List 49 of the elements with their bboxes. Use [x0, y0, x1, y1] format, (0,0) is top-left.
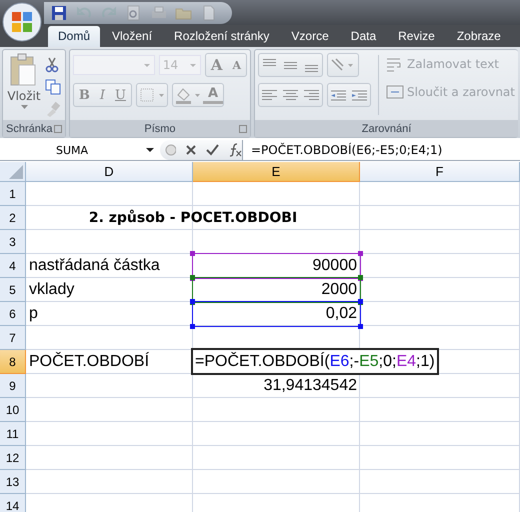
row-header[interactable]: 10 — [0, 398, 26, 422]
table-cell: p — [29, 305, 38, 323]
column-header[interactable]: F — [360, 162, 520, 182]
row-header[interactable]: 2 — [0, 206, 26, 230]
ribbon-tab[interactable]: Data — [340, 26, 386, 47]
table-cell-text: 2. způsob - POCET.OBDOBI — [88, 208, 298, 228]
ribbon-tab[interactable]: Domů — [48, 26, 100, 47]
dropdown-arrow-icon — [146, 148, 154, 152]
row-header[interactable]: 3 — [0, 230, 26, 254]
dropdown-arrow-icon — [20, 105, 28, 109]
table-cell: 0,02 — [326, 305, 357, 323]
table-cell: vklady — [29, 281, 74, 299]
group-label: Písmo — [144, 122, 176, 134]
table-cell: 90000 — [312, 257, 357, 275]
row-header[interactable]: 11 — [0, 422, 26, 446]
row-header[interactable]: 8 — [0, 350, 26, 374]
row-header[interactable]: 7 — [0, 326, 26, 350]
column-header[interactable]: E — [193, 162, 360, 182]
group-label: Schránka — [6, 122, 52, 134]
row-header[interactable]: 12 — [0, 446, 26, 470]
row-header[interactable]: 13 — [0, 470, 26, 494]
row-header[interactable]: 4 — [0, 254, 26, 278]
ribbon-tab[interactable]: Zobraze — [446, 26, 511, 47]
row-header[interactable]: 6 — [0, 302, 26, 326]
save-icon[interactable] — [50, 4, 68, 20]
table-cell: POČET.OBDOBÍ — [29, 353, 150, 371]
checkmark-icon[interactable] — [206, 144, 219, 156]
table-cell: 31,94134542 — [264, 377, 357, 395]
group-label: Zarovnání — [362, 122, 412, 134]
row-header[interactable]: 9 — [0, 374, 26, 398]
table-cell: 2000 — [321, 281, 357, 299]
ribbon-tab[interactable]: Vzorce — [281, 26, 339, 47]
select-all-corner[interactable] — [0, 162, 26, 182]
merge-cells-icon — [386, 84, 404, 100]
cancel-icon[interactable] — [185, 144, 197, 156]
column-header[interactable]: D — [26, 162, 193, 182]
function-icon[interactable] — [228, 143, 242, 157]
row-header[interactable]: 14 — [0, 494, 26, 512]
ribbon-tab[interactable]: Vložení — [102, 26, 162, 47]
formula-field[interactable]: =POČET.OBDOBÍ(E6;-E5;0;E4;1) — [242, 140, 520, 160]
table-cell: nastřádaná částka — [29, 257, 160, 275]
row-header[interactable]: 5 — [0, 278, 26, 302]
dialog-launcher-icon[interactable] — [54, 125, 62, 133]
ribbon-tab[interactable]: Rozložení stránky — [164, 26, 280, 47]
ribbon-tab[interactable]: Revize — [388, 26, 445, 47]
name-box[interactable]: SUMA — [0, 140, 160, 160]
row-header[interactable]: 1 — [0, 182, 26, 206]
cell-editor[interactable]: =POČET.OBDOBÍ(E6;-E5;0;E4;1) — [191, 348, 439, 375]
dialog-launcher-icon[interactable] — [239, 125, 248, 133]
